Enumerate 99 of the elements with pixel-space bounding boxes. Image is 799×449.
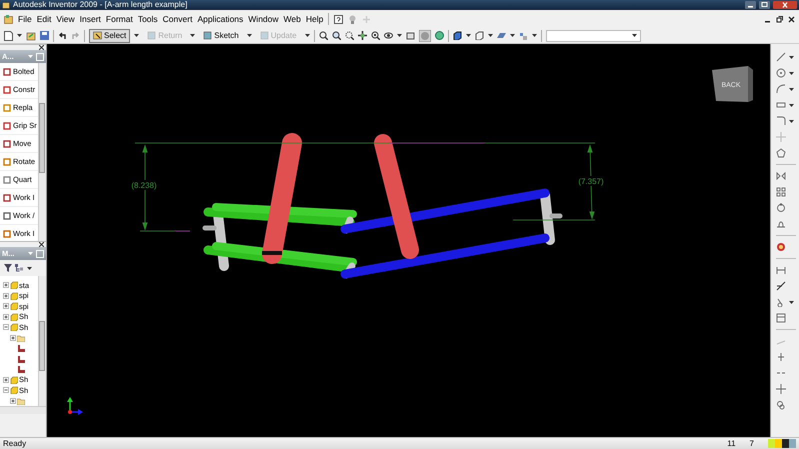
- close-icon[interactable]: [39, 45, 44, 50]
- caret-icon[interactable]: [304, 34, 310, 37]
- line-icon[interactable]: [776, 52, 786, 62]
- menu-item[interactable]: Window: [248, 14, 279, 24]
- table-icon[interactable]: [776, 313, 786, 323]
- collapse-icon[interactable]: [3, 387, 9, 394]
- undo-icon[interactable]: [58, 31, 67, 40]
- command-icon: [3, 104, 11, 112]
- close-icon[interactable]: [39, 242, 44, 247]
- caret-icon[interactable]: [488, 34, 493, 37]
- caret-icon[interactable]: [466, 34, 471, 37]
- caret-icon[interactable]: [789, 72, 794, 74]
- command-icon: [3, 86, 11, 94]
- rectangle-icon[interactable]: [776, 100, 786, 110]
- menu-item[interactable]: Help: [306, 14, 324, 24]
- caret-icon[interactable]: [190, 34, 196, 37]
- cube-outline-icon[interactable]: [474, 31, 484, 40]
- dimension-icon[interactable]: [776, 265, 786, 275]
- expand-icon[interactable]: [3, 282, 9, 288]
- expand-icon[interactable]: [3, 303, 9, 310]
- zoom-window-icon[interactable]: [344, 31, 354, 40]
- filter-icon[interactable]: [4, 264, 12, 272]
- caret-icon[interactable]: [789, 300, 794, 304]
- plane-icon[interactable]: [496, 31, 506, 40]
- caret-icon[interactable]: [396, 34, 402, 37]
- caret-icon[interactable]: [246, 34, 252, 37]
- caret-icon[interactable]: [789, 120, 794, 122]
- maximize-icon[interactable]: [759, 1, 770, 9]
- caret-icon[interactable]: [789, 104, 794, 106]
- new-document-icon[interactable]: [4, 30, 13, 40]
- collapse-icon[interactable]: [3, 324, 9, 330]
- menu-item[interactable]: File: [18, 14, 32, 24]
- expand-icon[interactable]: [3, 292, 9, 299]
- caret-icon[interactable]: [17, 34, 22, 37]
- zoom-all-icon[interactable]: [318, 31, 328, 40]
- command-icon: [3, 230, 11, 238]
- command-icon: [3, 158, 11, 166]
- status-value: 11: [727, 439, 736, 448]
- help-icon[interactable]: [334, 14, 344, 24]
- square-icon[interactable]: [203, 31, 212, 40]
- zoom-icon[interactable]: [332, 31, 341, 40]
- fillet-icon[interactable]: [776, 116, 786, 126]
- status-value: 7: [750, 439, 754, 448]
- assembly-icon[interactable]: [518, 31, 528, 40]
- tree-view-icon[interactable]: [15, 264, 24, 272]
- command-icon: [3, 68, 11, 76]
- app-menu-icon[interactable]: [4, 14, 13, 24]
- command-icon: [3, 176, 11, 184]
- lightbulb-icon[interactable]: [348, 14, 358, 24]
- caret-icon[interactable]: [134, 34, 140, 37]
- circle-icon[interactable]: [776, 68, 786, 78]
- zoom-selected-icon[interactable]: [370, 31, 380, 40]
- status-message: Ready: [3, 439, 26, 448]
- app-icon: [2, 2, 10, 8]
- dimension-value: (7.357): [578, 177, 604, 186]
- save-icon[interactable]: [40, 31, 49, 40]
- expand-icon[interactable]: [10, 398, 16, 404]
- toolbar-button[interactable]: Select: [89, 28, 130, 42]
- dimension-value: (8.238): [131, 181, 157, 190]
- menu-item[interactable]: Format: [106, 14, 133, 24]
- mirror-icon[interactable]: [776, 171, 786, 181]
- close-icon[interactable]: [788, 16, 795, 22]
- toolbar-button[interactable]: Sketch: [199, 28, 243, 42]
- circular-pattern-icon[interactable]: [776, 203, 786, 213]
- menu-item[interactable]: Tools: [138, 14, 158, 24]
- viewcube-drawing[interactable]: [712, 66, 753, 102]
- caret-icon[interactable]: [789, 88, 794, 90]
- expand-icon[interactable]: [10, 334, 16, 341]
- command-icon: [3, 122, 11, 130]
- menu-item[interactable]: Web: [284, 14, 301, 24]
- menu-item[interactable]: Applications: [197, 14, 244, 24]
- folder-icon: [17, 334, 25, 342]
- color-scheme-icon[interactable]: [768, 439, 796, 448]
- command-icon: [3, 140, 11, 148]
- command-icon: [3, 212, 11, 220]
- window-title: Autodesk Inventor 2009 - [A-arm length example]: [13, 0, 188, 10]
- caret-icon[interactable]: [27, 266, 32, 270]
- pan-icon[interactable]: [358, 31, 367, 40]
- caret-icon[interactable]: [789, 56, 794, 58]
- caret-icon[interactable]: [532, 34, 537, 37]
- folder-icon: [17, 396, 25, 405]
- pattern-icon[interactable]: [776, 187, 786, 197]
- expand-icon[interactable]: [3, 314, 9, 320]
- menu-item[interactable]: Insert: [80, 14, 101, 24]
- restore-icon[interactable]: [776, 16, 783, 22]
- menu-item[interactable]: Convert: [162, 14, 192, 24]
- polygon-icon[interactable]: [776, 148, 786, 158]
- menu-item[interactable]: View: [56, 14, 75, 24]
- open-file-icon[interactable]: [26, 30, 36, 40]
- axis-triad-drawing: [67, 397, 83, 415]
- move-icon[interactable]: [776, 384, 786, 394]
- arc-icon[interactable]: [776, 84, 786, 94]
- minimize-icon[interactable]: [745, 1, 756, 9]
- caret-icon[interactable]: [510, 34, 515, 37]
- cube-icon[interactable]: [452, 31, 462, 40]
- expand-icon[interactable]: [3, 376, 9, 383]
- menu-item[interactable]: Edit: [36, 14, 52, 24]
- dropdown-arrow-icon[interactable]: [632, 34, 637, 37]
- command-icon: [3, 194, 11, 202]
